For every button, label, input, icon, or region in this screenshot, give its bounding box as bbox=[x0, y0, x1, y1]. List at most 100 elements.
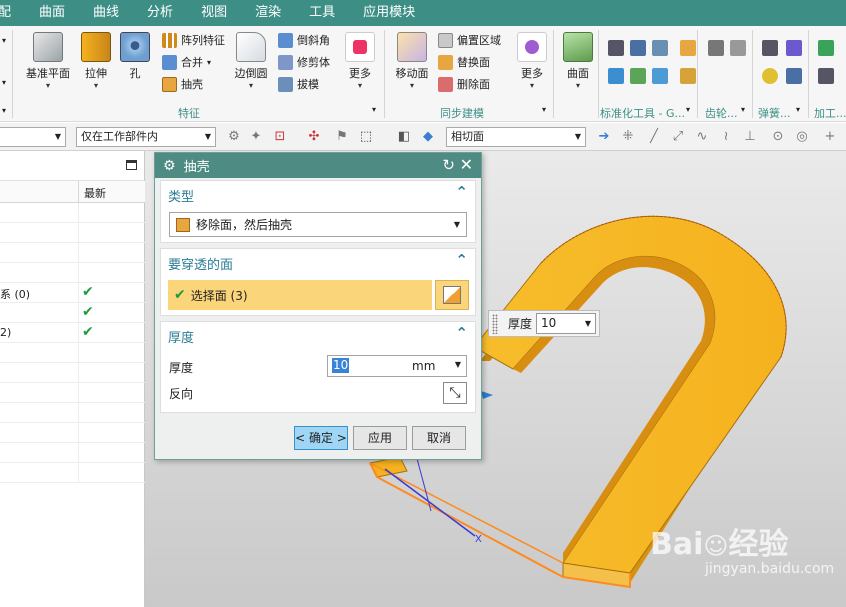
pattern-feature-button[interactable]: 阵列特征 bbox=[162, 32, 225, 48]
extrude-button[interactable]: 拉伸 ▾ bbox=[78, 32, 114, 91]
snap-icon-2[interactable]: ✦ bbox=[248, 129, 264, 145]
reset-icon[interactable]: ↻ bbox=[442, 156, 455, 174]
gear-tool-icon-1[interactable] bbox=[708, 40, 724, 56]
navigator-row[interactable] bbox=[0, 203, 145, 223]
group-expand-icon[interactable]: ▾ bbox=[542, 105, 546, 114]
shell-button[interactable]: 抽壳 bbox=[162, 76, 203, 92]
snap-icon-1[interactable]: ⚙ bbox=[226, 129, 242, 145]
curve-icon[interactable]: ∿ bbox=[694, 129, 710, 145]
face-icon[interactable]: ◆ bbox=[420, 129, 436, 145]
ok-button[interactable]: < 确定 > bbox=[294, 426, 348, 450]
dialog-title-bar[interactable]: ⚙ 抽壳 ↻ ✕ bbox=[155, 153, 481, 178]
snap-point-icon[interactable]: ⁜ bbox=[620, 129, 636, 145]
arrow-right-icon[interactable]: ➔ bbox=[596, 129, 612, 145]
circle-center-icon[interactable]: ⊙ bbox=[770, 129, 786, 145]
menu-item-tools[interactable]: 工具 bbox=[295, 0, 349, 26]
ribbon-left-arrow-icon[interactable]: ▾ bbox=[2, 36, 6, 45]
menu-item-analysis[interactable]: 分析 bbox=[133, 0, 187, 26]
collapse-icon[interactable]: ⌃ bbox=[455, 183, 468, 201]
group-expand-icon[interactable]: ▾ bbox=[796, 105, 800, 114]
face-section-header[interactable]: 要穿透的面 ⌃ bbox=[161, 249, 475, 275]
navigator-row[interactable] bbox=[0, 423, 145, 443]
tangent-icon[interactable]: ⊥ bbox=[742, 129, 758, 145]
quadrant-icon[interactable]: ◎ bbox=[794, 129, 810, 145]
select-face-row[interactable]: ✔ 选择面 (3) bbox=[168, 280, 432, 310]
spline-icon[interactable]: ≀ bbox=[718, 129, 734, 145]
pick-icon[interactable]: ✣ bbox=[306, 129, 322, 145]
unite-button[interactable]: 合并 ▾ bbox=[162, 54, 211, 70]
shell-type-dropdown[interactable]: 移除面，然后抽壳 ▼ bbox=[169, 212, 467, 237]
collapse-icon[interactable]: ⌃ bbox=[455, 324, 468, 342]
line-icon-2[interactable]: ⤢ bbox=[670, 129, 686, 145]
reverse-direction-button[interactable]: ⤡ bbox=[443, 382, 467, 404]
navigator-row[interactable] bbox=[0, 443, 145, 463]
body-icon[interactable]: ◧ bbox=[396, 129, 412, 145]
type-section-header[interactable]: 类型 ⌃ bbox=[161, 181, 475, 207]
navigator-row[interactable] bbox=[0, 463, 145, 483]
navigator-row[interactable] bbox=[0, 363, 145, 383]
navigator-row[interactable]: ✔ bbox=[0, 303, 145, 323]
gear-icon[interactable]: ⚙ bbox=[163, 158, 176, 174]
face-select-button[interactable] bbox=[435, 280, 469, 310]
menu-item-view[interactable]: 视图 bbox=[187, 0, 241, 26]
surface-button[interactable]: 曲面 ▾ bbox=[560, 32, 596, 91]
machining-tool-icon-1[interactable] bbox=[818, 40, 834, 56]
collapse-icon[interactable]: ⌃ bbox=[455, 251, 468, 269]
column-divider[interactable] bbox=[78, 181, 79, 203]
spring-tool-icon-1[interactable] bbox=[762, 40, 778, 56]
navigator-row[interactable]: 2) ✔ bbox=[0, 323, 145, 343]
navigator-row[interactable] bbox=[0, 383, 145, 403]
close-icon[interactable]: ✕ bbox=[460, 155, 473, 174]
trim-body-button[interactable]: 修剪体 bbox=[278, 54, 330, 70]
rect-select-icon[interactable]: ⬚ bbox=[358, 129, 374, 145]
datum-plane-button[interactable]: 基准平面 ▾ bbox=[22, 32, 74, 91]
standard-tool-icon-4[interactable] bbox=[680, 40, 696, 56]
floating-thickness-input[interactable]: 10 ▼ bbox=[536, 313, 597, 334]
maximize-icon[interactable] bbox=[126, 160, 137, 170]
type-filter-dropdown[interactable]: ▼ bbox=[0, 127, 66, 147]
edge-blend-button[interactable]: 边倒圆 ▾ bbox=[230, 32, 272, 91]
standard-tool-icon-8[interactable] bbox=[680, 68, 696, 84]
snap-icon-3[interactable]: ⚑ bbox=[334, 129, 350, 145]
apply-button[interactable]: 应用 bbox=[353, 426, 407, 450]
drag-handle[interactable] bbox=[492, 313, 498, 334]
group-expand-icon[interactable]: ▾ bbox=[741, 105, 745, 114]
chamfer-button[interactable]: 倒斜角 bbox=[278, 32, 330, 48]
menu-item-application[interactable]: 应用模块 bbox=[349, 0, 429, 26]
hole-button[interactable]: 孔 bbox=[118, 32, 152, 81]
plus-icon[interactable]: + bbox=[822, 129, 838, 145]
replace-face-button[interactable]: 替换面 bbox=[438, 54, 490, 70]
group-expand-icon[interactable]: ▾ bbox=[686, 105, 690, 114]
ribbon-left-arrow-icon-2[interactable]: ▾ bbox=[2, 78, 6, 87]
navigator-row[interactable] bbox=[0, 243, 145, 263]
selection-scope-dropdown[interactable]: 仅在工作部件内 ▼ bbox=[76, 127, 216, 147]
navigator-row[interactable]: 系 (0) ✔ bbox=[0, 283, 145, 303]
standard-tool-icon-2[interactable] bbox=[630, 40, 646, 56]
standard-tool-icon-6[interactable] bbox=[630, 68, 646, 84]
thickness-section-header[interactable]: 厚度 ⌃ bbox=[161, 322, 475, 348]
draft-button[interactable]: 拔模 bbox=[278, 76, 319, 92]
group-expand-icon[interactable]: ▾ bbox=[372, 105, 376, 114]
machining-tool-icon-2[interactable] bbox=[818, 68, 834, 84]
spring-tool-icon-2[interactable] bbox=[786, 40, 802, 56]
menu-item-surface[interactable]: 曲面 bbox=[25, 0, 79, 26]
move-face-button[interactable]: 移动面 ▾ bbox=[392, 32, 432, 91]
column-latest[interactable]: 最新 bbox=[84, 185, 106, 201]
standard-tool-icon-7[interactable] bbox=[652, 68, 668, 84]
spring-tool-icon-3[interactable] bbox=[762, 68, 778, 84]
standard-tool-icon-3[interactable] bbox=[652, 40, 668, 56]
thickness-input[interactable]: 10 mm ▼ bbox=[327, 355, 467, 377]
standard-tool-icon-1[interactable] bbox=[608, 40, 624, 56]
navigator-row[interactable] bbox=[0, 403, 145, 423]
navigator-row[interactable] bbox=[0, 263, 145, 283]
more-button-sync[interactable]: 更多 ▾ bbox=[514, 32, 550, 91]
navigator-row[interactable] bbox=[0, 223, 145, 243]
ribbon-left-arrow-icon-3[interactable]: ▾ bbox=[2, 106, 6, 115]
face-rule-dropdown[interactable]: 相切面 ▼ bbox=[446, 127, 586, 147]
gear-tool-icon-2[interactable] bbox=[730, 40, 746, 56]
menu-item-render[interactable]: 渲染 bbox=[241, 0, 295, 26]
more-button-feature[interactable]: 更多 ▾ bbox=[342, 32, 378, 91]
cancel-button[interactable]: 取消 bbox=[412, 426, 466, 450]
delete-face-button[interactable]: 删除面 bbox=[438, 76, 490, 92]
navigator-row[interactable] bbox=[0, 343, 145, 363]
